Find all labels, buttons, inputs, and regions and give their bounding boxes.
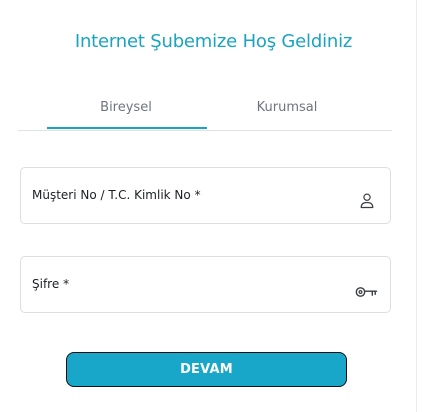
user-icon [354,188,380,214]
login-page: Internet Şubemize Hoş Geldiniz Bireysel … [0,0,427,412]
password-label-text: Şifre [32,277,60,291]
customer-number-field[interactable]: Müşteri No / T.C. Kimlik No * [20,167,391,224]
customer-number-label-text: Müşteri No / T.C. Kimlik No [32,188,191,202]
active-tab-indicator [47,127,207,129]
tab-kurumsal[interactable]: Kurumsal [207,86,367,128]
tab-bireysel[interactable]: Bireysel [46,86,206,128]
key-icon [354,279,380,305]
customer-number-label: Müşteri No / T.C. Kimlik No * [32,188,201,202]
password-field[interactable]: Şifre * [20,256,391,313]
password-label: Şifre * [32,277,69,291]
page-title: Internet Şubemize Hoş Geldiniz [74,31,353,52]
customer-number-required-marker: * [194,188,201,202]
devam-button[interactable]: DEVAM [66,352,347,387]
page-divider [416,0,417,412]
login-tabs: Bireysel Kurumsal [18,86,392,131]
password-required-marker: * [63,277,70,291]
